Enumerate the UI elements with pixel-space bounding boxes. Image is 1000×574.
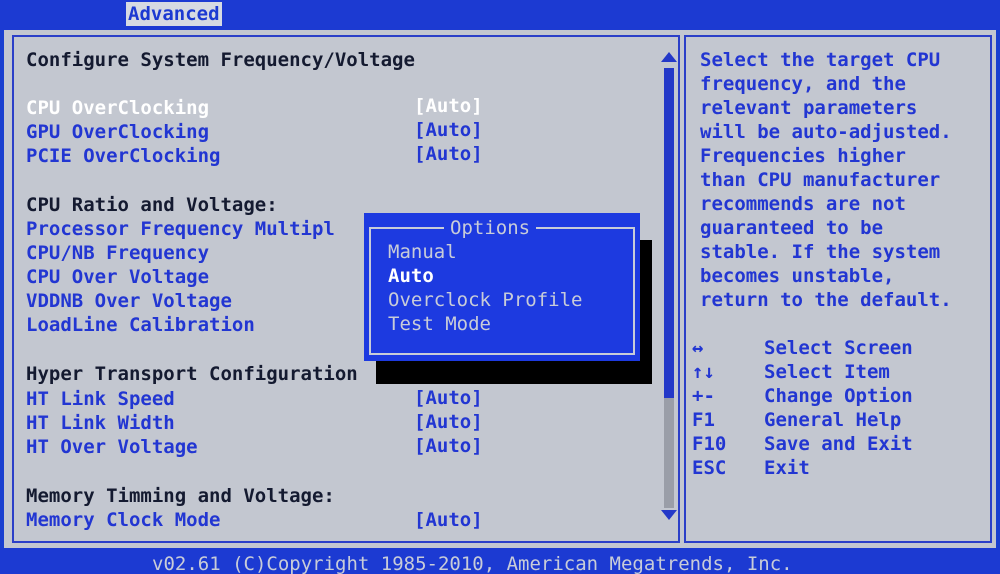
plus-minus-key: +- (692, 385, 715, 407)
popup-option-test-mode[interactable]: Test Mode (388, 312, 491, 336)
scroll-up-arrow-icon[interactable] (661, 52, 677, 62)
f1-key: F1 (692, 409, 715, 431)
help-text-line: becomes unstable, (700, 265, 895, 287)
popup-option-manual[interactable]: Manual (388, 240, 457, 264)
gpu-overclocking-value[interactable]: [Auto] (414, 118, 483, 142)
key-desc-exit: Exit (764, 457, 810, 479)
vddnb-over-voltage-item[interactable]: VDDNB Over Voltage (26, 289, 232, 313)
cpu-nb-frequency-item[interactable]: CPU/NB Frequency (26, 241, 209, 265)
memory-group-title: Memory Timming and Voltage: (26, 485, 335, 507)
top-menu-bar: Advanced (0, 0, 1000, 30)
help-text-line: Frequencies higher (700, 145, 906, 167)
cpu-over-voltage-item[interactable]: CPU Over Voltage (26, 265, 209, 289)
help-text-line: will be auto-adjusted. (700, 121, 952, 143)
gpu-overclocking-item[interactable]: GPU OverClocking (26, 120, 209, 144)
cpu-overclocking-value[interactable]: [Auto] (414, 94, 483, 118)
key-desc-general-help: General Help (764, 409, 902, 431)
left-right-arrows-icon: ↔ (692, 337, 704, 359)
ht-link-width-item[interactable]: HT Link Width (26, 411, 175, 435)
help-text-line: than CPU manufacturer (700, 169, 941, 191)
help-text-line: Select the target CPU (700, 49, 941, 71)
help-text-line: stable. If the system (700, 241, 941, 263)
up-down-arrows-icon: ↑↓ (692, 361, 715, 383)
ht-group-title: Hyper Transport Configuration (26, 363, 358, 385)
help-text-line: recommends are not (700, 193, 906, 215)
popup-title: Options (444, 216, 537, 240)
help-text-line: relevant parameters (700, 97, 918, 119)
loadline-calibration-item[interactable]: LoadLine Calibration (26, 313, 255, 337)
help-text-line: frequency, and the (700, 73, 906, 95)
ht-over-voltage-item[interactable]: HT Over Voltage (26, 435, 198, 459)
key-desc-change-option: Change Option (764, 385, 913, 407)
options-popup: Options Manual Auto Overclock Profile Te… (364, 213, 640, 361)
copyright-text: v02.61 (C)Copyright 1985-2010, American … (152, 553, 793, 574)
pcie-overclocking-value[interactable]: [Auto] (414, 142, 483, 166)
scroll-down-arrow-icon[interactable] (661, 510, 677, 520)
footer-bar: v02.61 (C)Copyright 1985-2010, American … (0, 548, 1000, 574)
esc-key: ESC (692, 457, 727, 479)
ht-over-voltage-value[interactable]: [Auto] (414, 434, 483, 458)
pcie-overclocking-item[interactable]: PCIE OverClocking (26, 144, 220, 168)
key-desc-select-item: Select Item (764, 361, 890, 383)
memory-clock-mode-value[interactable]: [Auto] (414, 508, 483, 532)
key-desc-save-exit: Save and Exit (764, 433, 913, 455)
tab-advanced[interactable]: Advanced (126, 2, 222, 26)
f10-key: F10 (692, 433, 727, 455)
cpu-overclocking-item[interactable]: CPU OverClocking (26, 96, 209, 120)
ht-link-speed-value[interactable]: [Auto] (414, 386, 483, 410)
cpu-group-title: CPU Ratio and Voltage: (26, 194, 278, 216)
ht-link-width-value[interactable]: [Auto] (414, 410, 483, 434)
memory-clock-mode-item[interactable]: Memory Clock Mode (26, 508, 220, 532)
processor-frequency-multiplier-item[interactable]: Processor Frequency Multipl (26, 217, 335, 241)
popup-option-auto[interactable]: Auto (388, 264, 434, 288)
ht-link-speed-item[interactable]: HT Link Speed (26, 387, 175, 411)
section-title: Configure System Frequency/Voltage (26, 49, 415, 71)
popup-option-overclock-profile[interactable]: Overclock Profile (388, 288, 582, 312)
help-text-line: guaranteed to be (700, 217, 884, 239)
key-desc-select-screen: Select Screen (764, 337, 913, 359)
scrollbar-thumb[interactable] (664, 68, 674, 398)
help-text-line: return to the default. (700, 289, 952, 311)
